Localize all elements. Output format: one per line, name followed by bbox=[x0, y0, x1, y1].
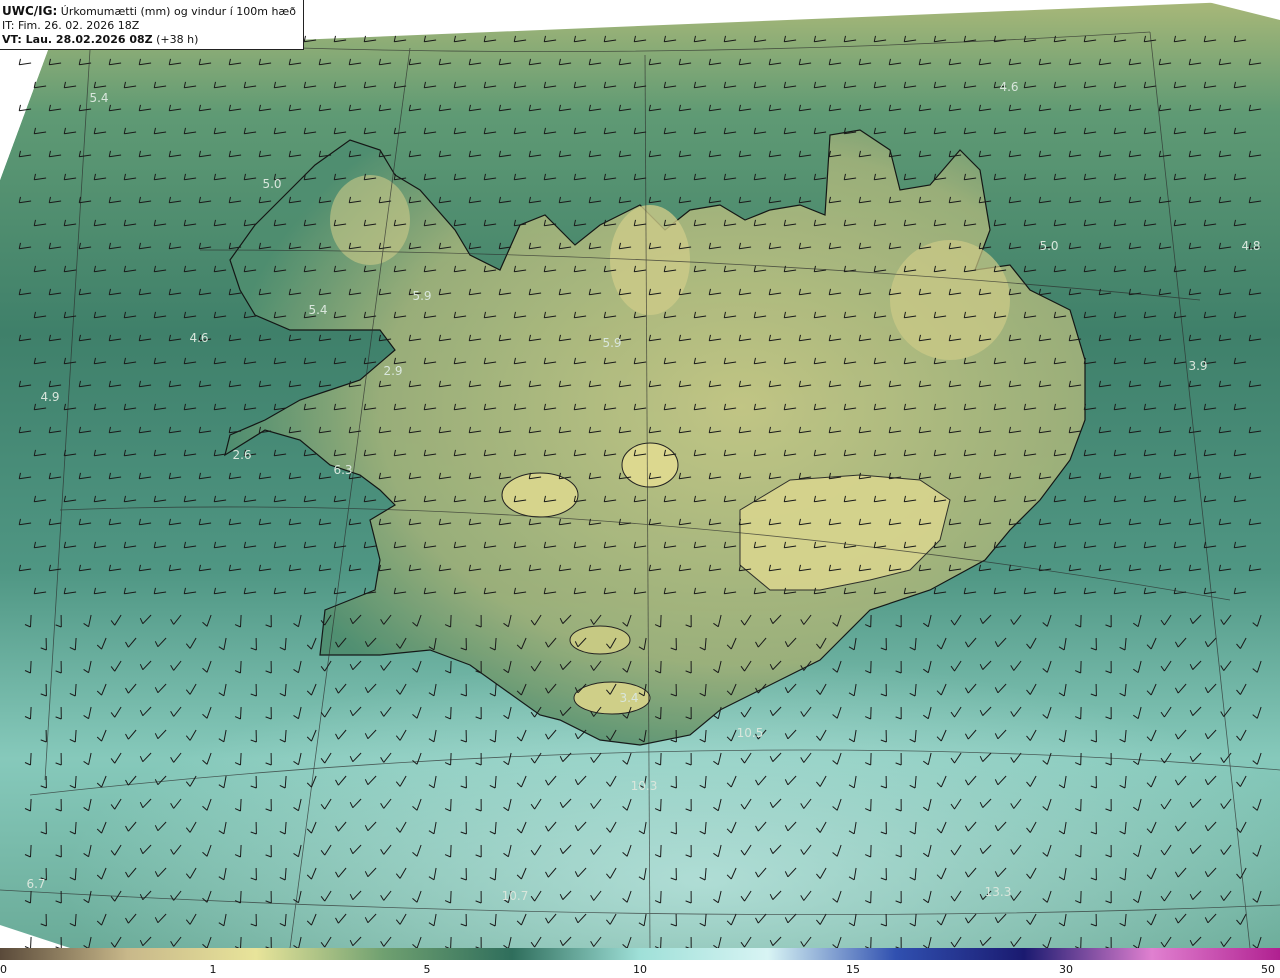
glacier-hofsjokull bbox=[569, 625, 631, 655]
map-value-label: 4.6 bbox=[999, 80, 1018, 94]
colorbar-tick-label: 30 bbox=[1059, 963, 1073, 976]
map-value-label: 10.5 bbox=[737, 726, 764, 740]
highland-east bbox=[890, 240, 1010, 360]
valid-time-line: VT: Lau. 28.02.2026 08Z (+38 h) bbox=[2, 33, 299, 47]
map-value-label: 6.3 bbox=[333, 463, 352, 477]
map-value-label: 6.7 bbox=[26, 877, 45, 891]
highland-patch bbox=[621, 442, 679, 488]
lead-time: (+38 h) bbox=[152, 33, 199, 46]
map-value-label: 10.3 bbox=[631, 779, 658, 793]
map-value-label: 13.3 bbox=[985, 885, 1012, 899]
model-label: UWC/IG: bbox=[2, 4, 58, 18]
description: Úrkomumætti (mm) og vindur í 100m hæð bbox=[57, 5, 296, 18]
map-value-label: 2.9 bbox=[383, 364, 402, 378]
colorbar-tick-label: 5 bbox=[423, 963, 431, 976]
initial-time: IT: Fim. 26. 02. 2026 18Z bbox=[2, 19, 140, 32]
map-value-label: 4.9 bbox=[40, 390, 59, 404]
map-value-label: 5.4 bbox=[89, 91, 108, 105]
map-value-label: 4.6 bbox=[189, 331, 208, 345]
forecast-map: 5.4 4.6 5.0 5.0 4.8 5.9 5.4 4.6 5.9 2.9 3.9 4.9 2.6 6… bbox=[0, 0, 1280, 948]
colorbar-tick-label: 15 bbox=[846, 963, 860, 976]
map-value-label: 5.0 bbox=[1039, 239, 1058, 253]
map-value-label: 4.8 bbox=[1241, 239, 1260, 253]
colorbar-tick-label: 0 bbox=[0, 963, 7, 976]
glacier-langjokull bbox=[501, 472, 579, 518]
map-value-label: 5.9 bbox=[602, 336, 621, 350]
map-value-label: 3.9 bbox=[1188, 359, 1207, 373]
colorbar bbox=[0, 948, 1280, 960]
glacier-myrdalsjokull bbox=[573, 681, 651, 715]
colorbar-ticks: 0 1 5 10 15 30 50 bbox=[0, 960, 1280, 978]
colorbar-tick-label: 50 bbox=[1261, 963, 1275, 976]
map-info-box: UWC/IG: Úrkomumætti (mm) og vindur í 100… bbox=[0, 0, 304, 50]
map-value-label: 2.6 bbox=[232, 448, 251, 462]
colorbar-tick-label: 10 bbox=[633, 963, 647, 976]
map-value-label: 5.9 bbox=[412, 289, 431, 303]
map-value-label: 5.4 bbox=[308, 303, 327, 317]
map-value-label: 5.0 bbox=[262, 177, 281, 191]
valid-time: VT: Lau. 28.02.2026 08Z bbox=[2, 33, 153, 46]
title-line: UWC/IG: Úrkomumætti (mm) og vindur í 100… bbox=[2, 4, 299, 19]
map-value-label: 3.4 bbox=[619, 691, 638, 705]
colorbar-tick-label: 1 bbox=[209, 963, 217, 976]
map-value-label: 10.7 bbox=[502, 889, 529, 903]
